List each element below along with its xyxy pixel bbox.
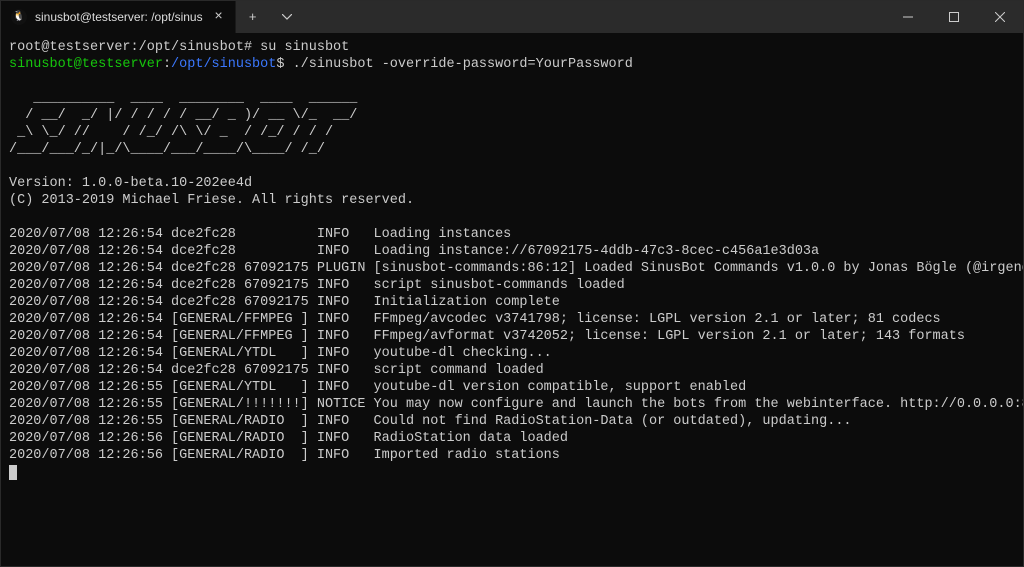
log-line: 2020/07/08 12:26:54 dce2fc28 67092175 IN… — [9, 362, 1015, 379]
maximize-button[interactable] — [931, 1, 977, 33]
minimize-button[interactable] — [885, 1, 931, 33]
tab-dropdown-button[interactable] — [270, 1, 304, 33]
log-line: 2020/07/08 12:26:54 [GENERAL/YTDL ] INFO… — [9, 345, 1015, 362]
blank-line — [9, 158, 1015, 175]
blank-line — [9, 73, 1015, 90]
prompt-line: root@testserver:/opt/sinusbot# su sinusb… — [9, 39, 1015, 56]
active-tab[interactable]: 🐧 sinusbot@testserver: /opt/sinus × — [1, 1, 236, 33]
terminal-window: 🐧 sinusbot@testserver: /opt/sinus × + ro… — [0, 0, 1024, 567]
ascii-art-line: / __/ _/ |/ / / / / __/ _ )/ __ \/_ __/ — [9, 107, 1015, 124]
new-tab-button[interactable]: + — [236, 1, 270, 33]
close-button[interactable] — [977, 1, 1023, 33]
root-prompt: root@testserver:/opt/sinusbot# — [9, 40, 252, 55]
cursor-line — [9, 464, 1015, 481]
ascii-art-line: __________ ____ ________ ____ ______ — [9, 90, 1015, 107]
prompt-line: sinusbot@testserver:/opt/sinusbot$ ./sin… — [9, 56, 1015, 73]
log-line: 2020/07/08 12:26:55 [GENERAL/RADIO ] INF… — [9, 413, 1015, 430]
window-controls — [885, 1, 1023, 33]
tab-title: sinusbot@testserver: /opt/sinus — [35, 10, 203, 24]
tab-close-button[interactable]: × — [211, 9, 227, 25]
log-line: 2020/07/08 12:26:56 [GENERAL/RADIO ] INF… — [9, 430, 1015, 447]
copyright-line: (C) 2013-2019 Michael Friese. All rights… — [9, 192, 1015, 209]
ascii-art-line: /___/___/_/|_/\____/___/____/\____/ /_/ — [9, 141, 1015, 158]
titlebar: 🐧 sinusbot@testserver: /opt/sinus × + — [1, 1, 1023, 33]
log-line: 2020/07/08 12:26:55 [GENERAL/YTDL ] INFO… — [9, 379, 1015, 396]
log-line: 2020/07/08 12:26:54 dce2fc28 67092175 IN… — [9, 277, 1015, 294]
log-line: 2020/07/08 12:26:55 [GENERAL/!!!!!!!] NO… — [9, 396, 1015, 413]
version-line: Version: 1.0.0-beta.10-202ee4d — [9, 175, 1015, 192]
command-text: ./sinusbot -override-password=YourPasswo… — [284, 57, 632, 72]
blank-line — [9, 209, 1015, 226]
log-line: 2020/07/08 12:26:54 [GENERAL/FFMPEG ] IN… — [9, 311, 1015, 328]
prompt-path: /opt/sinusbot — [171, 57, 276, 72]
log-line: 2020/07/08 12:26:54 dce2fc28 INFO Loadin… — [9, 243, 1015, 260]
tab-icon: 🐧 — [11, 9, 27, 25]
log-line: 2020/07/08 12:26:54 dce2fc28 INFO Loadin… — [9, 226, 1015, 243]
cursor — [9, 465, 17, 480]
terminal-body[interactable]: root@testserver:/opt/sinusbot# su sinusb… — [1, 33, 1023, 566]
log-line: 2020/07/08 12:26:54 [GENERAL/FFMPEG ] IN… — [9, 328, 1015, 345]
prompt-colon: : — [163, 57, 171, 72]
prompt-user: sinusbot@testserver — [9, 57, 163, 72]
log-line: 2020/07/08 12:26:54 dce2fc28 67092175 IN… — [9, 294, 1015, 311]
command-text: su sinusbot — [252, 40, 349, 55]
log-line: 2020/07/08 12:26:54 dce2fc28 67092175 PL… — [9, 260, 1015, 277]
log-line: 2020/07/08 12:26:56 [GENERAL/RADIO ] INF… — [9, 447, 1015, 464]
ascii-art-line: _\ \_/ // / /_/ /\ \/ _ / /_/ / / / — [9, 124, 1015, 141]
tab-actions: + — [236, 1, 304, 33]
